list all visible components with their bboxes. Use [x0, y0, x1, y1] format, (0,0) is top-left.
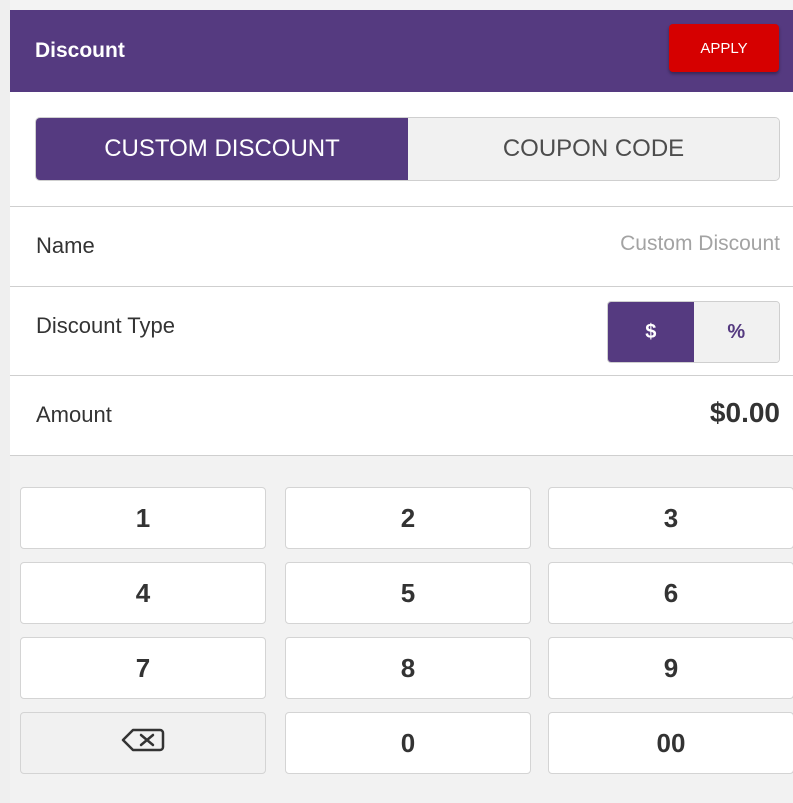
key-1[interactable]: 1 — [20, 487, 266, 549]
key-7[interactable]: 7 — [20, 637, 266, 699]
top-strip — [10, 0, 793, 10]
divider — [10, 375, 793, 376]
key-00[interactable]: 00 — [548, 712, 793, 774]
key-9[interactable]: 9 — [548, 637, 793, 699]
tab-coupon-code[interactable]: COUPON CODE — [408, 118, 779, 180]
dialog-header: Discount APPLY — [10, 10, 793, 92]
dialog-title: Discount — [35, 39, 125, 62]
key-3[interactable]: 3 — [548, 487, 793, 549]
key-8[interactable]: 8 — [285, 637, 531, 699]
key-2[interactable]: 2 — [285, 487, 531, 549]
amount-value: $0.00 — [709, 397, 780, 428]
apply-button[interactable]: APPLY — [669, 24, 779, 72]
key-0[interactable]: 0 — [285, 712, 531, 774]
type-dollar-button[interactable]: $ — [608, 302, 694, 362]
amount-label: Amount — [36, 402, 112, 427]
tab-custom-discount[interactable]: CUSTOM DISCOUNT — [36, 118, 408, 180]
key-5[interactable]: 5 — [285, 562, 531, 624]
divider — [10, 206, 793, 207]
name-label: Name — [36, 233, 95, 258]
key-6[interactable]: 6 — [548, 562, 793, 624]
key-4[interactable]: 4 — [20, 562, 266, 624]
left-edge — [0, 0, 10, 803]
backspace-button[interactable] — [20, 712, 266, 774]
discount-type-toggle: $ % — [607, 301, 780, 363]
type-percent-button[interactable]: % — [693, 302, 779, 362]
backspace-icon — [120, 727, 166, 760]
divider — [10, 286, 793, 287]
name-input[interactable]: Custom Discount — [620, 232, 780, 256]
discount-type-label: Discount Type — [36, 313, 176, 338]
discount-mode-toggle: CUSTOM DISCOUNT COUPON CODE — [35, 117, 780, 181]
